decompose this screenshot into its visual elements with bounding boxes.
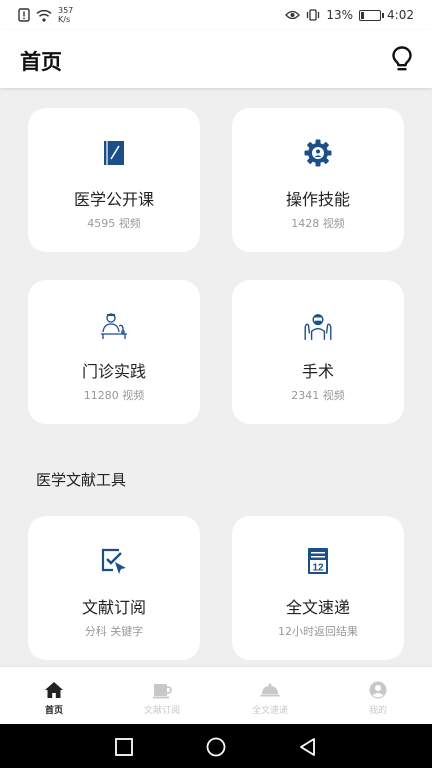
doctor-icon xyxy=(101,313,127,339)
card-literature-subscribe[interactable]: 文献订阅 分科 关键字 xyxy=(28,516,200,660)
tab-profile[interactable]: 我的 xyxy=(324,667,432,724)
card-title: 文献订阅 xyxy=(81,598,146,617)
app-header: 首页 xyxy=(0,30,432,88)
home-icon xyxy=(45,682,63,698)
net-speed-value: 357 xyxy=(58,6,74,15)
page-title: 首页 xyxy=(20,50,62,74)
status-time: 4:02 xyxy=(387,8,414,22)
user-icon xyxy=(369,681,387,699)
lightbulb-icon[interactable] xyxy=(390,45,414,73)
bottom-tab-bar: 首页 文献订阅 全文速递 我的 xyxy=(0,666,432,724)
status-left: 357 K/s xyxy=(18,6,73,24)
system-nav-bar xyxy=(0,724,432,768)
card-title: 手术 xyxy=(301,362,334,381)
card-clinic-practice[interactable]: 门诊实践 11280 视频 xyxy=(28,280,200,424)
card-title: 操作技能 xyxy=(285,190,350,209)
net-speed-unit: K/s xyxy=(58,15,71,24)
card-subtitle: 4595 视频 xyxy=(87,217,141,230)
home-button[interactable] xyxy=(205,736,227,758)
net-speed: 357 K/s xyxy=(58,6,73,24)
card-operation-skills[interactable]: 操作技能 1428 视频 xyxy=(232,108,404,252)
gear-icon xyxy=(304,139,332,167)
card-surgery[interactable]: 手术 2341 视频 xyxy=(232,280,404,424)
tab-literature-subscribe[interactable]: 文献订阅 xyxy=(108,667,216,724)
calendar-icon: 12 xyxy=(308,548,328,574)
card-subtitle: 2341 视频 xyxy=(291,389,345,402)
tab-label: 我的 xyxy=(368,706,387,716)
calendar-icon-text: 12 xyxy=(312,563,324,574)
battery-percent: 13% xyxy=(326,8,354,22)
subscribe-icon xyxy=(101,548,126,574)
section-title: 医学文献工具 xyxy=(36,471,127,489)
tab-home[interactable]: 首页 xyxy=(0,667,108,724)
eye-icon xyxy=(285,10,301,20)
card-fulltext-delivery[interactable]: 12 全文速递 12小时返回结果 xyxy=(232,516,404,660)
dish-cover-icon xyxy=(260,683,280,697)
surgeon-icon xyxy=(304,314,332,340)
card-subtitle: 1428 视频 xyxy=(291,217,345,230)
card-title: 门诊实践 xyxy=(81,362,146,381)
wifi-icon xyxy=(36,9,52,22)
card-subtitle: 12小时返回结果 xyxy=(278,625,358,638)
recent-apps-button[interactable] xyxy=(113,736,135,758)
book-icon xyxy=(104,141,124,165)
tab-label: 文献订阅 xyxy=(143,706,180,716)
card-subtitle: 分科 关键字 xyxy=(84,625,144,638)
alert-icon xyxy=(18,8,30,22)
card-title: 医学公开课 xyxy=(73,190,154,209)
battery-icon xyxy=(359,9,385,21)
status-bar: 357 K/s 13% 4:02 xyxy=(0,0,432,30)
tab-fulltext-delivery[interactable]: 全文速递 xyxy=(216,667,324,724)
back-button[interactable] xyxy=(297,736,319,758)
tab-label: 首页 xyxy=(44,706,63,716)
card-open-course[interactable]: 医学公开课 4595 视频 xyxy=(28,108,200,252)
card-subtitle: 11280 视频 xyxy=(83,389,145,402)
card-title: 全文速递 xyxy=(285,598,350,617)
tab-label: 全文速递 xyxy=(251,706,288,716)
cup-icon xyxy=(153,684,172,699)
vibrate-icon xyxy=(307,9,320,21)
status-right: 13% 4:02 xyxy=(285,8,414,22)
